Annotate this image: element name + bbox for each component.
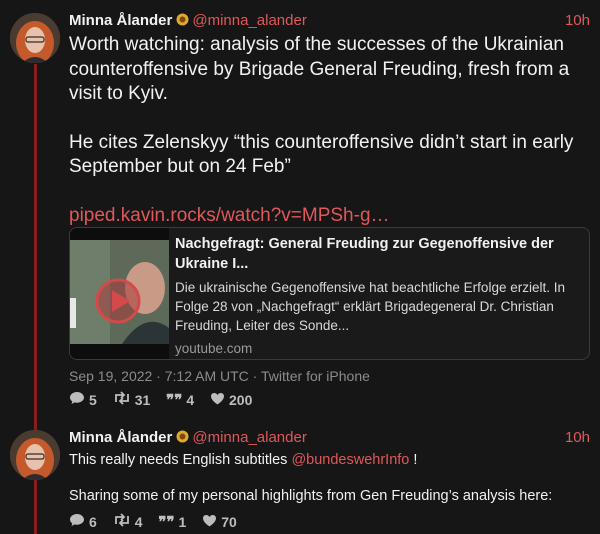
author-handle[interactable]: @minna_alander <box>192 429 306 446</box>
retweet-button[interactable]: 4 <box>113 513 142 530</box>
link-preview-card[interactable]: Nachgefragt: General Freuding zur Gegeno… <box>69 227 590 360</box>
tweet-header: Minna Ålander @minna_alander <box>69 12 307 31</box>
avatar[interactable] <box>10 430 60 480</box>
quote-button[interactable]: ❞❞ 1 <box>158 513 186 531</box>
mention-link[interactable]: @bundeswehrInfo <box>291 452 409 468</box>
quote-icon: ❞❞ <box>166 392 183 409</box>
quote-button[interactable]: ❞❞ 4 <box>166 391 194 409</box>
sunflower-badge-icon <box>176 13 189 31</box>
retweet-button[interactable]: 31 <box>113 391 150 408</box>
card-source: youtube.com <box>175 341 253 356</box>
heart-icon <box>202 514 221 530</box>
play-icon[interactable] <box>94 277 142 330</box>
tweet-stats: 6 4 ❞❞ 1 70 <box>69 513 249 531</box>
tweet-text: Sharing some of my personal highlights f… <box>69 488 553 504</box>
heart-icon <box>210 392 229 408</box>
tweet-meta[interactable]: Sep 19, 2022 · 7:12 AM UTC · Twitter for… <box>69 368 370 384</box>
reply-button[interactable]: 6 <box>69 513 97 530</box>
reply-icon <box>69 513 89 530</box>
card-title: Nachgefragt: General Freuding zur Gegeno… <box>175 236 554 272</box>
tweet-stats: 5 31 ❞❞ 4 200 <box>69 391 264 409</box>
reply-button[interactable]: 5 <box>69 391 97 408</box>
like-button[interactable]: 200 <box>210 392 252 408</box>
retweet-icon <box>113 391 135 408</box>
author-handle[interactable]: @minna_alander <box>192 12 306 29</box>
sunflower-badge-icon <box>176 430 189 448</box>
tweet-paragraph: Worth watching: analysis of the successe… <box>69 34 570 104</box>
author-name[interactable]: Minna Ålander <box>69 429 172 446</box>
card-description: Die ukrainische Gegenoffensive hat beach… <box>175 280 565 333</box>
tweet-paragraph: He cites Zelenskyy “this counteroffensiv… <box>69 131 574 178</box>
like-button[interactable]: 70 <box>202 514 237 530</box>
reply-icon <box>69 391 89 408</box>
quote-icon: ❞❞ <box>158 514 175 531</box>
avatar[interactable] <box>10 13 60 63</box>
tweet-text: ! <box>409 452 418 468</box>
tweet-text: This really needs English subtitles <box>69 452 292 468</box>
tweet-body: Worth watching: analysis of the successe… <box>69 33 579 228</box>
author-name[interactable]: Minna Ålander <box>69 12 172 29</box>
tweet-time[interactable]: 10h <box>565 429 590 446</box>
retweet-icon <box>113 513 135 530</box>
tweet-header: Minna Ålander @minna_alander <box>69 429 307 448</box>
tweet-link[interactable]: piped.kavin.rocks/watch?v=MPSh-g… <box>69 205 390 226</box>
tweet-time[interactable]: 10h <box>565 12 590 29</box>
video-thumbnail[interactable] <box>70 228 169 359</box>
